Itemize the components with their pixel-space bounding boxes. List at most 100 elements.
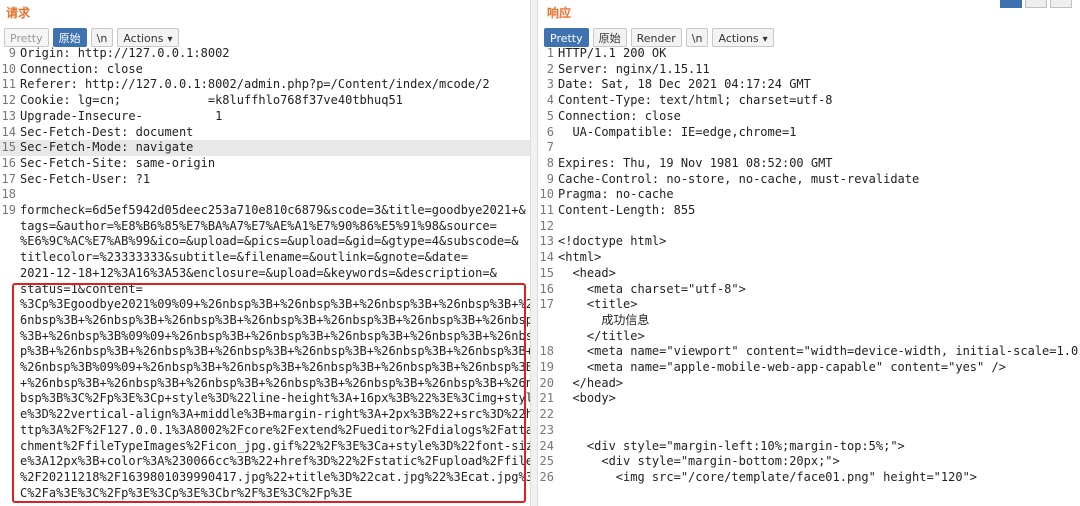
line-text: formcheck=6d5ef5942d05deec253a710e810c68… — [20, 203, 526, 218]
line-text: <!doctype html> — [558, 234, 667, 249]
line-number: 4 — [546, 93, 554, 108]
code-line: 10 Connection: close — [0, 62, 530, 78]
line-number: 19 — [1, 203, 16, 218]
line-number — [0, 329, 20, 345]
code-line: 2021-12-18+12%3A16%3A53&enclosure=&uploa… — [0, 266, 530, 282]
line-number: 23 — [539, 422, 554, 437]
code-line: 6nbsp%3B+%26nbsp%3B+%26nbsp%3B+%26nbsp%3… — [0, 313, 530, 329]
line-text: %3B+%26nbsp%3B%09%09+%26nbsp%3B+%26nbsp%… — [20, 328, 530, 343]
line-text — [20, 187, 530, 203]
pane-divider[interactable] — [530, 0, 538, 506]
line-text: <body> — [558, 391, 616, 406]
line-number: 14 — [539, 250, 554, 265]
code-line: 成功信息 — [538, 313, 1080, 329]
request-pane: 请求 Pretty 原始 \n Actions ▾ 9 Origin: http:/… — [0, 0, 530, 506]
code-line: bsp%3B%3C%2Fp%3E%3Cp+style%3D%22line-hei… — [0, 391, 530, 407]
line-number: 19 — [539, 360, 554, 375]
code-line: +%26nbsp%3B+%26nbsp%3B+%26nbsp%3B+%26nbs… — [0, 376, 530, 392]
line-text: HTTP/1.1 200 OK — [558, 46, 667, 60]
response-editor[interactable]: 1 HTTP/1.1 200 OK 2 Server: nginx/1.15.11 3 D… — [538, 46, 1080, 486]
request-raw-button[interactable]: 原始 — [52, 28, 87, 47]
line-number: 12 — [1, 93, 16, 108]
line-number: 10 — [539, 187, 554, 202]
line-number: 3 — [546, 77, 554, 92]
line-number: 9 — [8, 46, 16, 60]
layout-vertical-icon[interactable] — [1050, 0, 1072, 8]
response-render-button[interactable]: Render — [630, 28, 682, 47]
line-text: <div style="margin-left:10%;margin-top:5… — [558, 438, 905, 453]
layout-split-icon[interactable] — [1000, 0, 1022, 8]
line-number: 13 — [1, 108, 16, 123]
request-actions-label: Actions — [123, 32, 164, 45]
code-line: p%3B+%26nbsp%3B+%26nbsp%3B+%26nbsp%3B+%2… — [0, 344, 530, 360]
code-line: 23 — [538, 423, 1080, 439]
code-line: 17 Sec-Fetch-User: ?1 — [0, 172, 530, 188]
code-line: 1 HTTP/1.1 200 OK — [538, 46, 1080, 62]
line-text: tags=&author=%E8%B6%85%E7%BA%A7%E7%AE%A1… — [20, 218, 497, 233]
line-number — [0, 439, 20, 455]
line-text: titlecolor=%23333333&subtitle=&filename=… — [20, 250, 468, 265]
line-text — [558, 407, 1080, 423]
response-newline-button[interactable]: \n — [685, 28, 709, 47]
line-text: e%3A12px%3B+color%3A%230066cc%3B%22+href… — [20, 454, 530, 469]
line-number — [0, 344, 20, 360]
line-number — [0, 423, 20, 439]
code-line: 9 Origin: http://127.0.0.1:8002 — [0, 46, 530, 62]
response-title: 响应 — [547, 6, 572, 20]
code-line: 14 <html> — [538, 250, 1080, 266]
line-text: Expires: Thu, 19 Nov 1981 08:52:00 GMT — [558, 155, 833, 170]
line-text: ttp%3A%2F%2F127.0.0.1%3A8002%2Fcore%2Fex… — [20, 422, 530, 437]
line-text: Sec-Fetch-Site: same-origin — [20, 155, 216, 170]
line-text: <img src="/core/template/face01.png" hei… — [558, 469, 978, 484]
request-editor[interactable]: 9 Origin: http://127.0.0.1:8002 10 Connecti… — [0, 46, 530, 501]
response-toolbar: Pretty 原始 Render \n Actions ▾ — [544, 28, 774, 47]
line-number — [0, 454, 20, 470]
line-number: 7 — [546, 140, 554, 155]
line-text: <html> — [558, 250, 602, 265]
layout-horizontal-icon[interactable] — [1025, 0, 1047, 8]
code-line: %E6%9C%AC%E7%AB%99&ico=&upload=&pics=&up… — [0, 234, 530, 250]
line-number: 18 — [1, 187, 16, 202]
line-number: 20 — [539, 375, 554, 390]
response-actions-button[interactable]: Actions ▾ — [712, 28, 774, 47]
code-line: 22 — [538, 407, 1080, 423]
line-number: 11 — [539, 203, 554, 218]
line-text: 成功信息 — [558, 312, 650, 327]
line-text: <title> — [558, 297, 638, 312]
code-line: 18 <meta name="viewport" content="width=… — [538, 344, 1080, 360]
code-line: 16 Sec-Fetch-Site: same-origin — [0, 156, 530, 172]
code-line: 24 <div style="margin-left:10%;margin-to… — [538, 439, 1080, 455]
code-line: 15 Sec-Fetch-Mode: navigate — [0, 140, 530, 156]
code-line: 9 Cache-Control: no-store, no-cache, must… — [538, 172, 1080, 188]
request-actions-button[interactable]: Actions ▾ — [117, 28, 179, 47]
code-line: 3 Date: Sat, 18 Dec 2021 04:17:24 GMT — [538, 77, 1080, 93]
line-text: Sec-Fetch-Mode: navigate — [20, 140, 194, 155]
line-text: bsp%3B%3C%2Fp%3E%3Cp+style%3D%22line-hei… — [20, 391, 530, 406]
line-number: 12 — [539, 218, 554, 233]
code-line: 16 <meta charset="utf-8"> — [538, 282, 1080, 298]
code-line: %2F20211218%2F1639801039990417.jpg%22+ti… — [0, 470, 530, 486]
code-line: ttp%3A%2F%2F127.0.0.1%3A8002%2Fcore%2Fex… — [0, 423, 530, 439]
line-text: %2F20211218%2F1639801039990417.jpg%22+ti… — [20, 469, 530, 484]
line-number — [0, 486, 20, 502]
line-number — [538, 329, 558, 345]
code-line: 20 </head> — [538, 376, 1080, 392]
line-text: Referer: http://127.0.0.1:8002/admin.php… — [20, 77, 490, 92]
response-pretty-button[interactable]: Pretty — [544, 28, 589, 47]
code-line: </title> — [538, 329, 1080, 345]
code-line: 4 Content-Type: text/html; charset=utf-8 — [538, 93, 1080, 109]
code-line: 19 formcheck=6d5ef5942d05deec253a710e810c… — [0, 203, 530, 219]
line-text: <meta name="viewport" content="width=dev… — [558, 344, 1080, 359]
code-line: e%3D%22vertical-align%3A+middle%3B+margi… — [0, 407, 530, 423]
request-newline-button[interactable]: \n — [90, 28, 114, 47]
request-pretty-button[interactable]: Pretty — [4, 28, 49, 47]
line-number: 16 — [539, 281, 554, 296]
line-text: %E6%9C%AC%E7%AB%99&ico=&upload=&pics=&up… — [20, 234, 519, 249]
line-number — [0, 250, 20, 266]
line-text — [558, 140, 1080, 156]
code-line: 15 <head> — [538, 266, 1080, 282]
line-text: Content-Type: text/html; charset=utf-8 — [558, 93, 833, 108]
line-number: 9 — [546, 171, 554, 186]
response-raw-button[interactable]: 原始 — [592, 28, 627, 47]
line-text: +%26nbsp%3B+%26nbsp%3B+%26nbsp%3B+%26nbs… — [20, 375, 530, 390]
